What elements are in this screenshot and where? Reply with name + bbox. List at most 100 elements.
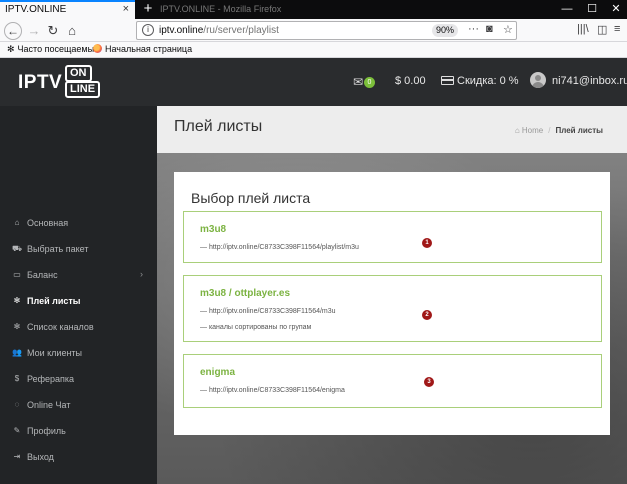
- playlist-card[interactable]: m3u8 — http://iptv.online/C8733C398F1156…: [183, 211, 602, 263]
- address-bar[interactable]: i iptv.online/ru/server/playlist 90% ···…: [136, 21, 517, 40]
- zoom-level[interactable]: 90%: [432, 24, 458, 37]
- playlist-url: — http://iptv.online/C8733C398F11564/pla…: [200, 244, 359, 251]
- playlist-card[interactable]: enigma — http://iptv.online/C8733C398F11…: [183, 354, 602, 408]
- logo-line-text: LINE: [65, 81, 101, 98]
- breadcrumb-home[interactable]: ⌂ Home: [515, 126, 543, 135]
- bookmark-star-icon[interactable]: ☆: [503, 23, 513, 36]
- home-page-icon[interactable]: ⌂: [63, 22, 81, 40]
- sidebar-item-label: Баланс: [27, 270, 58, 280]
- home-icon: ⌂: [514, 126, 522, 135]
- logout-icon: ⇥: [13, 452, 21, 461]
- gear-icon: ✻: [13, 322, 21, 331]
- chevron-right-icon: ›: [140, 269, 143, 279]
- card-icon: [441, 76, 454, 85]
- url-path: /ru/server/playlist: [203, 25, 279, 36]
- sidebar-item-main[interactable]: ⌂ Основная: [0, 212, 157, 236]
- window-title: IPTV.ONLINE - Mozilla Firefox: [160, 4, 282, 14]
- main-content: Плей листы ⌂ Home / Плей листы Выбор плей …: [157, 106, 627, 484]
- users-icon: 👥: [12, 348, 22, 357]
- breadcrumb-home-label: Home: [521, 126, 544, 135]
- sidebar-item-label: Плей листы: [27, 296, 81, 306]
- playlist-number-badge: 3: [424, 377, 434, 387]
- browser-tab-active[interactable]: IPTV.ONLINE ×: [0, 0, 135, 19]
- sidebar-item-logout[interactable]: ⇥ Выход: [0, 446, 157, 470]
- back-arrow-icon[interactable]: ←: [4, 22, 22, 40]
- playlist-name[interactable]: m3u8: [200, 224, 226, 235]
- sidebar-toggle-icon[interactable]: ◫: [597, 23, 607, 36]
- home-icon: ⌂: [14, 218, 20, 227]
- discount-label: Скидка: 0 %: [457, 75, 519, 87]
- firefox-icon: [93, 44, 102, 53]
- bookmark-start-page[interactable]: Начальная страница: [93, 44, 192, 54]
- sidebar-item-label: Профиль: [27, 426, 66, 436]
- envelope-icon[interactable]: ✉: [353, 75, 363, 89]
- sidebar-item-referral[interactable]: $ Реферапка: [0, 368, 157, 392]
- web-page: IPTV ON LINE ✉ 0 $ 0.00 Скидка: 0 % ni74…: [0, 58, 627, 484]
- sidebar-item-label: Список каналов: [27, 322, 94, 332]
- sidebar-item-balance[interactable]: ▭ Баланс ›: [0, 264, 157, 288]
- breadcrumb: ⌂ Home / Плей листы: [515, 126, 603, 135]
- playlist-url: — http://iptv.online/C8733C398F11564/m3u: [200, 308, 336, 315]
- chat-icon: ◌: [14, 400, 20, 409]
- minimize-icon[interactable]: —: [555, 0, 579, 19]
- breadcrumb-current: Плей листы: [555, 126, 603, 135]
- sidebar-item-label: Мои клиенты: [27, 348, 83, 358]
- library-icon[interactable]: |||\: [577, 23, 589, 35]
- logo-text: IPTV: [18, 72, 63, 93]
- maximize-icon[interactable]: ☐: [580, 0, 604, 19]
- breadcrumb-separator: /: [548, 126, 551, 135]
- sidebar-item-label: Выход: [27, 452, 54, 462]
- playlist-name[interactable]: m3u8 / ottplayer.es: [200, 288, 290, 299]
- gear-icon: ✻: [13, 296, 21, 305]
- messages-count-badge: 0: [364, 77, 375, 88]
- avatar[interactable]: [530, 72, 546, 88]
- page-header: Плей листы ⌂ Home / Плей листы: [157, 106, 627, 153]
- url-text[interactable]: iptv.online/ru/server/playlist: [159, 25, 279, 36]
- site-header: IPTV ON LINE ✉ 0 $ 0.00 Скидка: 0 % ni74…: [0, 58, 627, 106]
- sidebar-item-online-chat[interactable]: ◌ Online Чат: [0, 394, 157, 418]
- page-title: Плей листы: [174, 118, 263, 135]
- sidebar-item-label: Реферапка: [27, 374, 75, 384]
- bookmark-label: Часто посещаемые: [17, 44, 100, 54]
- sidebar-item-channel-list[interactable]: ✻ Список каналов: [0, 316, 157, 340]
- playlist-panel: Выбор плей листа m3u8 — http://iptv.onli…: [174, 172, 610, 435]
- card-icon: ▭: [13, 270, 21, 279]
- new-tab-button[interactable]: +: [140, 0, 156, 19]
- pocket-icon[interactable]: ◙: [486, 23, 493, 35]
- sidebar-item-playlists[interactable]: ✻ Плей листы: [0, 290, 157, 314]
- edit-icon: ✎: [13, 426, 21, 435]
- tab-close-icon[interactable]: ×: [123, 3, 129, 15]
- cart-icon: ⛟: [12, 244, 23, 253]
- page-actions-icon[interactable]: ···: [468, 23, 479, 35]
- playlist-card[interactable]: m3u8 / ottplayer.es — http://iptv.online…: [183, 275, 602, 342]
- gear-icon: ✻: [7, 44, 15, 54]
- playlist-number-badge: 1: [422, 238, 432, 248]
- bookmark-label: Начальная страница: [105, 44, 193, 54]
- url-host: iptv.online: [159, 25, 204, 36]
- reload-icon[interactable]: ↻: [44, 22, 62, 40]
- window-close-icon[interactable]: ✕: [604, 0, 627, 19]
- sidebar-item-choose-package[interactable]: ⛟ Выбрать пакет: [0, 238, 157, 262]
- forward-arrow-icon[interactable]: →: [25, 22, 43, 40]
- sidebar-item-label: Online Чат: [27, 400, 71, 410]
- playlist-number-badge: 2: [422, 310, 432, 320]
- bookmarks-toolbar: ✻ Часто посещаемые Начальная страница: [0, 42, 627, 58]
- discount-indicator[interactable]: Скидка: 0 %: [441, 75, 519, 87]
- sidebar-item-label: Основная: [27, 218, 69, 228]
- playlist-note: — каналы сортированы по групам: [200, 324, 312, 331]
- menu-icon[interactable]: ≡: [614, 23, 620, 35]
- playlist-url: — http://iptv.online/C8733C398F11564/eni…: [200, 387, 345, 394]
- playlist-name[interactable]: enigma: [200, 367, 235, 378]
- dollar-icon: $: [14, 374, 20, 383]
- bookmark-most-visited[interactable]: ✻ Часто посещаемые: [7, 44, 99, 55]
- user-email[interactable]: ni741@inbox.ru: [552, 75, 627, 87]
- sidebar-item-label: Выбрать пакет: [27, 244, 89, 254]
- panel-title: Выбор плей листа: [191, 190, 311, 206]
- browser-tab-bar: IPTV.ONLINE × + IPTV.ONLINE - Mozilla Fi…: [0, 0, 627, 19]
- sidebar-item-profile[interactable]: ✎ Профиль: [0, 420, 157, 444]
- tab-title: IPTV.ONLINE: [5, 4, 67, 15]
- browser-navigation-bar: ← → ↻ ⌂ i iptv.online/ru/server/playlist…: [0, 19, 627, 42]
- balance-indicator[interactable]: $ 0.00: [395, 75, 426, 87]
- site-info-icon[interactable]: i: [142, 24, 154, 36]
- sidebar-item-my-clients[interactable]: 👥 Мои клиенты: [0, 342, 157, 366]
